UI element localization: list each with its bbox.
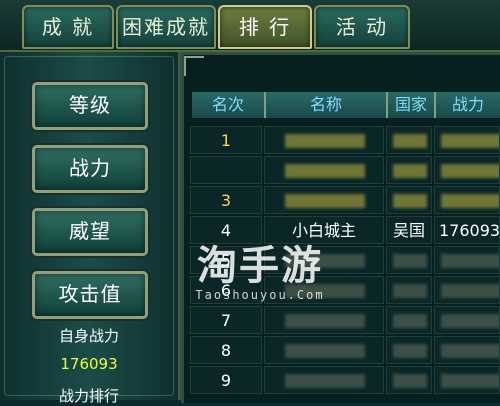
corner-ornament	[184, 56, 204, 76]
rank-cell: 9	[190, 366, 262, 394]
name-cell	[264, 276, 384, 304]
power-cell	[434, 306, 500, 334]
category-power-button[interactable]: 战力	[32, 145, 148, 193]
nation-cell	[386, 336, 432, 364]
header-nation: 国家	[388, 92, 436, 118]
self-power-label: 自身战力	[58, 327, 119, 345]
power-cell	[434, 126, 500, 154]
rank-cell: 7	[190, 306, 262, 334]
table-row[interactable]: 1	[190, 126, 500, 156]
table-row[interactable]	[190, 156, 500, 186]
nation-cell	[386, 246, 432, 274]
table-row[interactable]: 3	[190, 186, 500, 216]
category-attack-button[interactable]: 攻击值	[32, 271, 148, 319]
category-prestige-button[interactable]: 威望	[32, 208, 148, 256]
rank-cell: 3	[190, 186, 262, 214]
power-rank-label: 战力排行	[58, 387, 119, 405]
tab-ranking[interactable]: 排 行	[218, 5, 312, 49]
nation-cell: 吴国	[386, 216, 432, 244]
power-cell	[434, 186, 500, 214]
rank-cell: 5	[190, 246, 262, 274]
name-cell	[264, 246, 384, 274]
category-level-button[interactable]: 等级	[32, 82, 148, 130]
tab-hard-achievements[interactable]: 困难成就	[116, 5, 216, 49]
rank-cell: 8	[190, 336, 262, 364]
power-cell	[434, 336, 500, 364]
nation-cell	[386, 126, 432, 154]
self-power-value: 176093	[60, 355, 118, 373]
power-cell	[434, 246, 500, 274]
name-cell: 小白城主	[264, 216, 384, 244]
table-row[interactable]: 6	[190, 276, 500, 306]
tab-achievements[interactable]: 成 就	[22, 5, 114, 49]
nation-cell	[386, 276, 432, 304]
nation-cell	[386, 366, 432, 394]
rank-cell: 1	[190, 126, 262, 154]
table-row[interactable]: 8	[190, 336, 500, 366]
table-row[interactable]: 9	[190, 366, 500, 396]
tab-events[interactable]: 活 动	[314, 5, 410, 49]
power-cell	[434, 156, 500, 184]
rank-cell	[190, 156, 262, 184]
nation-cell	[386, 186, 432, 214]
power-cell	[434, 276, 500, 304]
header-name: 名称	[266, 92, 388, 118]
power-cell: 176093	[434, 216, 500, 244]
table-row[interactable]: 4 小白城主 吴国 176093	[190, 216, 500, 246]
nation-cell	[386, 306, 432, 334]
table-row[interactable]: 5	[190, 246, 500, 276]
nation-cell	[386, 156, 432, 184]
rank-cell: 6	[190, 276, 262, 304]
header-power: 战力	[436, 92, 500, 118]
name-cell	[264, 126, 384, 154]
table-row[interactable]: 7	[190, 306, 500, 336]
header-rank: 名次	[192, 92, 266, 118]
rank-cell: 4	[190, 216, 262, 244]
name-cell	[264, 156, 384, 184]
name-cell	[264, 366, 384, 394]
name-cell	[264, 306, 384, 334]
power-cell	[434, 366, 500, 394]
name-cell	[264, 186, 384, 214]
name-cell	[264, 336, 384, 364]
